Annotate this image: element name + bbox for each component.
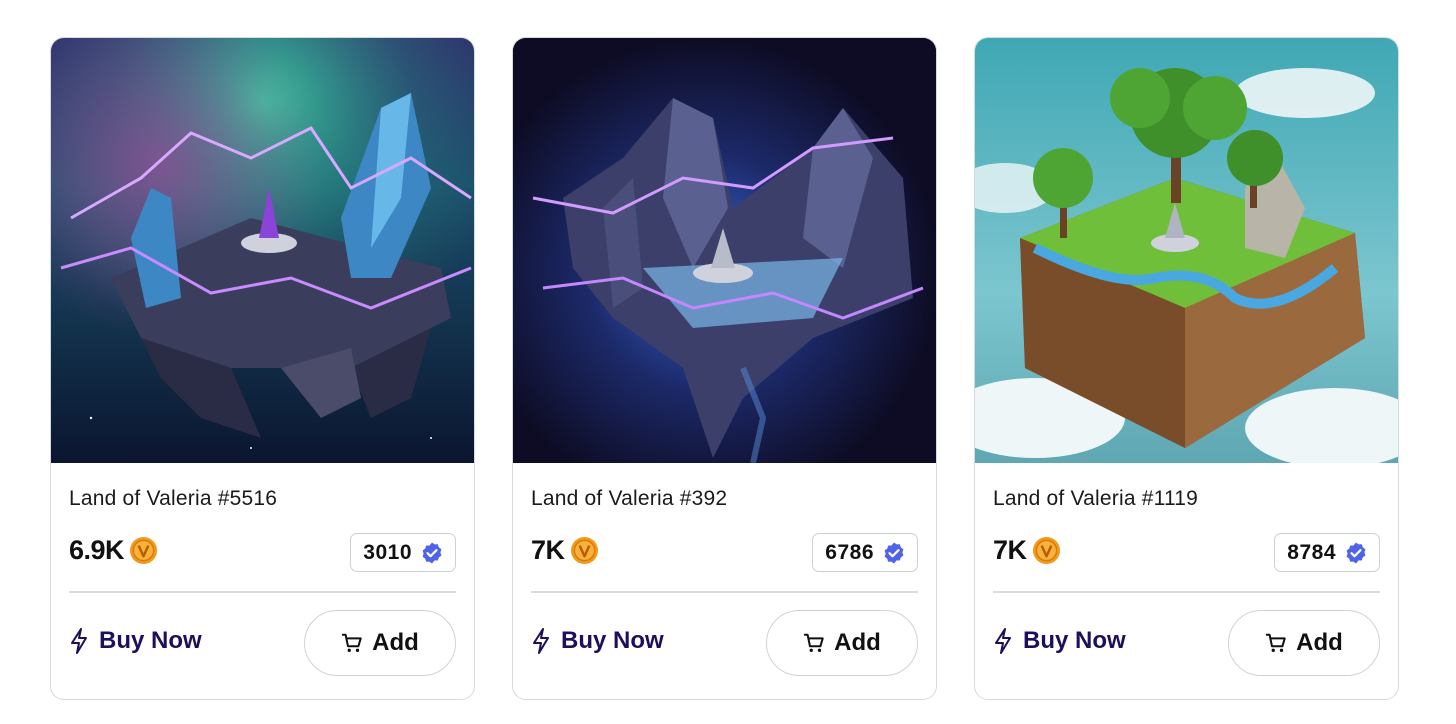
nft-card[interactable]: Land of Valeria #392 7K 6786 Buy Now Add (512, 37, 937, 700)
coin-icon (130, 536, 158, 565)
add-to-cart-button[interactable]: Add (1228, 610, 1380, 676)
count-badge: 3010 (350, 533, 456, 572)
add-label: Add (834, 629, 881, 656)
buy-now-label: Buy Now (561, 627, 664, 654)
coin-icon (570, 536, 598, 565)
nft-card[interactable]: Land of Valeria #1119 7K 8784 Buy Now Ad… (974, 37, 1399, 700)
coin-icon (1032, 536, 1060, 565)
card-title: Land of Valeria #1119 (993, 487, 1199, 510)
card-title: Land of Valeria #392 (531, 487, 728, 510)
count-value: 6786 (825, 540, 874, 564)
count-badge: 8784 (1274, 533, 1380, 572)
divider (69, 591, 456, 593)
land-image[interactable] (975, 38, 1398, 463)
price-row: 7K (531, 535, 599, 566)
verified-icon (422, 542, 442, 563)
cart-icon (341, 633, 362, 652)
land-image[interactable] (51, 38, 474, 463)
buy-now-label: Buy Now (1023, 627, 1126, 654)
price-value: 7K (993, 535, 1027, 565)
add-label: Add (1296, 629, 1343, 656)
divider (993, 591, 1380, 593)
cart-icon (1265, 633, 1286, 652)
count-badge: 6786 (812, 533, 918, 572)
buy-now-label: Buy Now (99, 627, 202, 654)
lightning-icon (995, 628, 1011, 654)
cart-icon (803, 633, 824, 652)
lightning-icon (71, 628, 87, 654)
price-row: 7K (993, 535, 1061, 566)
price-value: 7K (531, 535, 565, 565)
count-value: 3010 (363, 540, 412, 564)
nft-card[interactable]: Land of Valeria #5516 6.9K 3010 Buy Now … (50, 37, 475, 700)
verified-icon (1346, 542, 1366, 563)
buy-now-button[interactable]: Buy Now (993, 627, 1126, 655)
buy-now-button[interactable]: Buy Now (69, 627, 202, 655)
add-to-cart-button[interactable]: Add (766, 610, 918, 676)
card-title: Land of Valeria #5516 (69, 487, 278, 510)
price-value: 6.9K (69, 535, 125, 565)
buy-now-button[interactable]: Buy Now (531, 627, 664, 655)
count-value: 8784 (1287, 540, 1336, 564)
price-row: 6.9K (69, 535, 158, 566)
add-to-cart-button[interactable]: Add (304, 610, 456, 676)
verified-icon (884, 542, 904, 563)
lightning-icon (533, 628, 549, 654)
land-image[interactable] (513, 38, 936, 463)
add-label: Add (372, 629, 419, 656)
divider (531, 591, 918, 593)
